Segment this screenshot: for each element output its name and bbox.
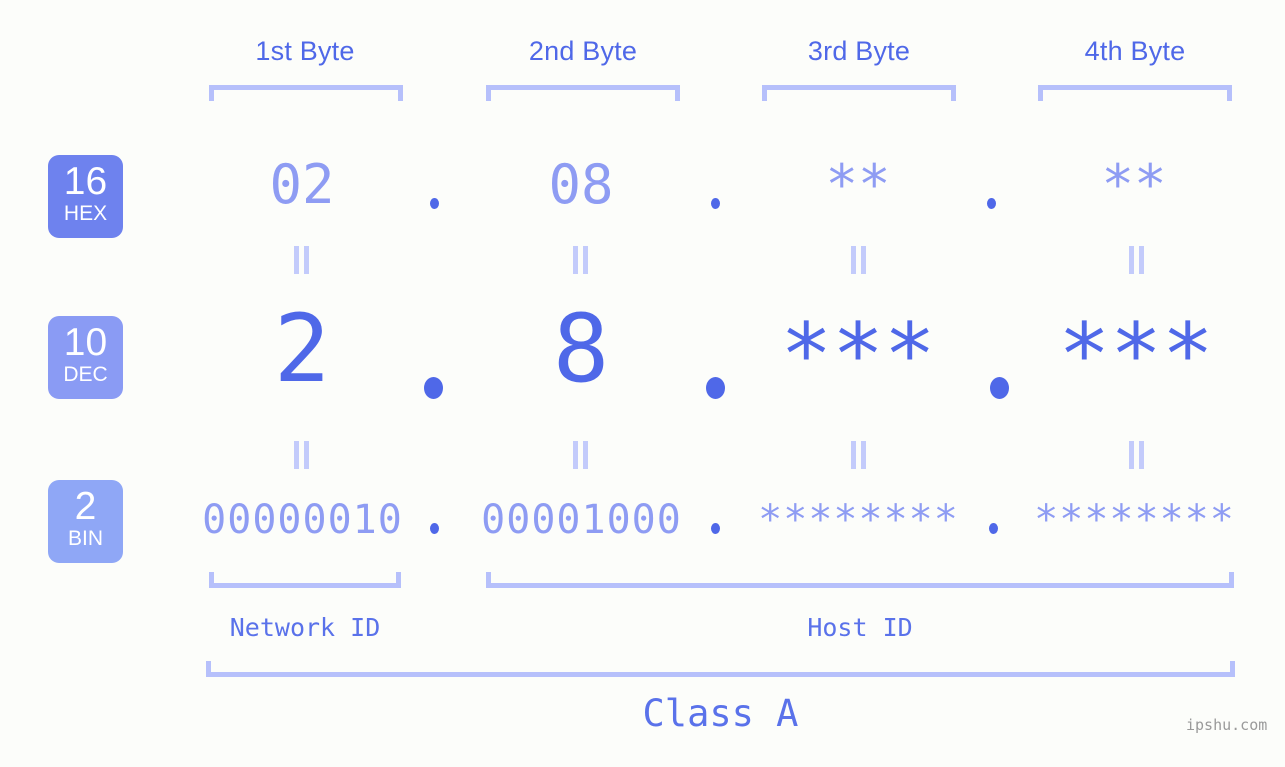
class-bracket (206, 661, 1235, 677)
byte-header-1: 1st Byte (255, 36, 355, 66)
dec-value-byte-1: 2 (273, 295, 331, 404)
bin-value-byte-3: ******** (758, 497, 959, 543)
hex-value-byte-2: 08 (548, 153, 614, 216)
ip-address-breakdown-diagram: 1st Byte 2nd Byte 3rd Byte 4th Byte 16 H… (0, 0, 1285, 767)
byte-header-4: 4th Byte (1084, 36, 1186, 66)
equality-mark-dec-bin-4 (1128, 441, 1145, 469)
equality-mark-hex-dec-2 (572, 246, 589, 274)
base-badge-dec-name: DEC (63, 363, 108, 386)
byte-header-3: 3rd Byte (807, 36, 911, 66)
network-id-bracket (209, 572, 401, 588)
dec-separator-dot-3 (990, 377, 1009, 399)
host-id-label: Host ID (807, 613, 913, 642)
base-badge-dec: 10 DEC (48, 316, 123, 399)
byte-bracket-4 (1038, 85, 1232, 101)
base-badge-bin: 2 BIN (48, 480, 123, 563)
dec-value-byte-2: 8 (552, 295, 610, 404)
hex-value-byte-4: ** (1101, 153, 1167, 216)
equality-mark-dec-bin-2 (572, 441, 589, 469)
equality-mark-hex-dec-4 (1128, 246, 1145, 274)
site-watermark: ipshu.com (1186, 716, 1268, 734)
byte-bracket-2 (486, 85, 680, 101)
equality-mark-hex-dec-1 (293, 246, 310, 274)
dec-value-byte-3: *** (780, 305, 936, 405)
bin-value-byte-4: ******** (1034, 497, 1235, 543)
equality-mark-dec-bin-1 (293, 441, 310, 469)
dec-separator-dot-1 (424, 377, 443, 399)
base-badge-hex: 16 HEX (48, 155, 123, 238)
bin-value-byte-2: 00001000 (481, 497, 682, 543)
equality-mark-dec-bin-3 (850, 441, 867, 469)
hex-separator-dot-1 (430, 198, 439, 209)
bin-separator-dot-2 (711, 523, 720, 534)
bin-value-byte-1: 00000010 (202, 497, 403, 543)
host-id-bracket (486, 572, 1234, 588)
dec-value-byte-4: *** (1058, 305, 1214, 405)
hex-separator-dot-3 (987, 198, 996, 209)
base-badge-hex-number: 16 (63, 160, 108, 203)
equality-mark-hex-dec-3 (850, 246, 867, 274)
hex-value-byte-3: ** (825, 153, 891, 216)
hex-value-byte-1: 02 (269, 153, 335, 216)
base-badge-bin-number: 2 (74, 485, 97, 528)
base-badge-bin-name: BIN (67, 527, 103, 550)
byte-bracket-3 (762, 85, 956, 101)
network-id-label: Network ID (229, 613, 381, 642)
base-badge-hex-name: HEX (63, 202, 108, 225)
byte-header-2: 2nd Byte (528, 36, 638, 66)
bin-separator-dot-1 (430, 523, 439, 534)
hex-separator-dot-2 (711, 198, 720, 209)
dec-separator-dot-2 (706, 377, 725, 399)
byte-bracket-1 (209, 85, 403, 101)
class-label: Class A (642, 692, 799, 735)
base-badge-dec-number: 10 (63, 321, 108, 364)
bin-separator-dot-3 (989, 523, 998, 534)
